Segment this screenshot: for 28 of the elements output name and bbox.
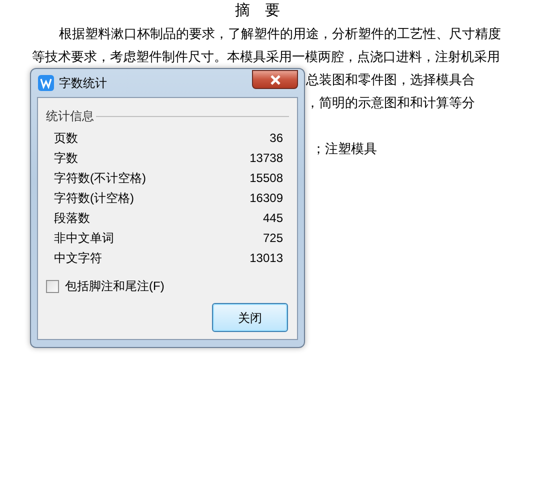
group-label: 统计信息 (46, 108, 94, 125)
stat-value: 16309 (250, 190, 283, 207)
stat-label: 段落数 (54, 210, 90, 227)
stat-label: 非中文单词 (54, 230, 114, 247)
stat-label: 字数 (54, 150, 78, 167)
stat-label: 中文字符 (54, 250, 102, 267)
stat-label: 字符数(不计空格) (54, 170, 146, 187)
window-title: 字数统计 (59, 75, 107, 92)
stat-value: 13738 (250, 150, 283, 167)
paragraph-line: 总装图和零件图，选择模具合 (306, 71, 475, 89)
paragraph-line: ，简明的示意图和和计算等分 (306, 94, 475, 112)
checkbox[interactable] (46, 280, 59, 292)
stat-label: 字符数(计空格) (54, 190, 134, 207)
document-title: 摘 要 (234, 1, 280, 21)
close-button[interactable] (252, 70, 298, 89)
paragraph-line: 根据塑料漱口杯制品的要求，了解塑件的用途，分析塑件的工艺性、尺寸精度 (59, 26, 501, 41)
app-logo-icon (38, 75, 54, 91)
close-dialog-button[interactable]: 关闭 (212, 303, 288, 332)
stat-value: 15508 (250, 170, 283, 187)
paragraph-line: ；注塑模具 (312, 141, 377, 156)
stat-value: 445 (262, 210, 283, 227)
stat-value: 36 (270, 130, 283, 147)
stat-value: 725 (262, 230, 283, 247)
checkbox-label: 包括脚注和尾注(F) (65, 278, 164, 295)
stat-label: 页数 (54, 130, 78, 147)
paragraph-line: 等技术要求，考虑塑件制件尺寸。本模具采用一模两腔，点浇口进料，注射机采用 (32, 49, 500, 64)
stat-value: 13013 (250, 250, 283, 267)
close-icon (270, 74, 280, 84)
